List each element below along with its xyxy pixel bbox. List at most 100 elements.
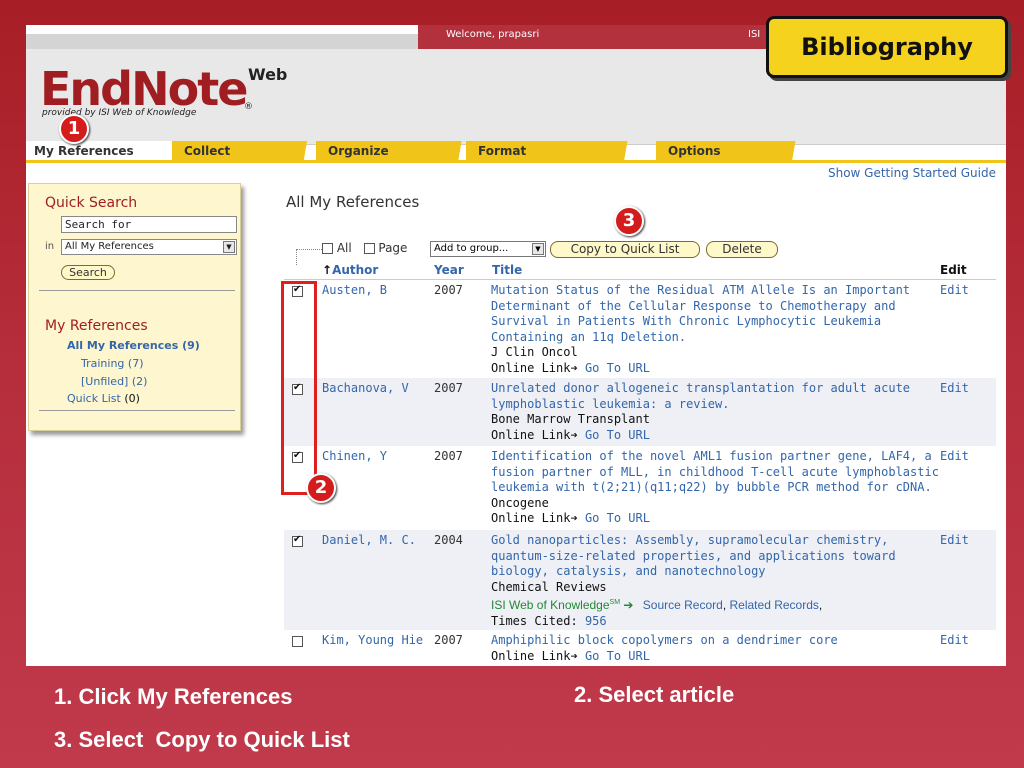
row-author[interactable]: Austen, B [322,283,387,297]
row-author[interactable]: Kim, Young Hie [322,633,423,647]
go-to-url-link[interactable]: Go To URL [585,428,650,442]
row-online-link: Online Link➔ Go To URL [491,649,941,665]
go-to-url-link[interactable]: Go To URL [585,511,650,525]
tab-underline [26,160,1006,163]
step-badge-3: 3 [614,206,644,236]
sidebar-item-all-references[interactable]: All My References (9) [67,339,200,352]
arrow-right-icon: ➔ [570,648,578,663]
col-edit: Edit [940,263,967,277]
row-year: 2007 [434,449,463,463]
tab-collect[interactable]: Collect [172,141,322,161]
arrow-right-icon: ➔ [570,360,578,375]
sidebar-item-unfiled[interactable]: [Unfiled] (2) [81,375,147,388]
isi-link[interactable]: ISI [748,29,760,40]
tab-my-references[interactable]: My References [26,141,176,161]
table-row: Kim, Young Hie 2007 Amphiphilic block co… [284,630,996,666]
add-to-group-select[interactable]: Add to group... ▼ [430,241,546,257]
isi-wok-label: ISI Web of KnowledgeSM ➔ [491,598,633,612]
select-page-checkbox[interactable] [363,243,375,254]
in-label: in [45,241,55,252]
row-year: 2004 [434,533,463,547]
row-title-block: Gold nanoparticles: Assembly, supramolec… [491,533,941,629]
row-title[interactable]: Unrelated donor allogeneic transplantati… [491,381,941,412]
row-year: 2007 [434,381,463,395]
row-edit-link[interactable]: Edit [940,633,969,647]
search-scope-value: All My References [65,241,154,252]
chevron-down-icon[interactable]: ▼ [223,241,235,253]
online-link-label: Online Link [491,360,571,375]
related-records-link[interactable]: Related Records [730,598,819,612]
quick-list-label: Quick List [67,392,121,405]
page-title: All My References [286,193,420,211]
caption-step-3: 3. Select Copy to Quick List [54,727,350,752]
select-all-checkbox[interactable] [322,243,333,254]
getting-started-link[interactable]: Show Getting Started Guide [828,166,996,180]
online-link-label: Online Link [491,427,571,442]
endnote-screenshot: EndNote Web ® provided by ISI Web of Kno… [26,25,1006,666]
main-tabs: My References Collect Organize Format Op… [26,141,1006,161]
quick-search-title: Quick Search [45,195,138,211]
row-edit-link[interactable]: Edit [940,283,969,297]
chevron-down-icon[interactable]: ▼ [532,243,544,255]
row-online-link: Online Link➔ Go To URL [491,428,941,444]
row-edit-link[interactable]: Edit [940,449,969,463]
row-online-link: Online Link➔ Go To URL [491,361,941,377]
row-author[interactable]: Chinen, Y [322,449,387,463]
step-badge-2: 2 [306,473,336,503]
row-edit-link[interactable]: Edit [940,381,969,395]
tab-organize[interactable]: Organize [316,141,478,161]
row-year: 2007 [434,283,463,297]
logo-registered: ® [244,102,253,112]
row-author[interactable]: Bachanova, V [322,381,409,395]
col-author[interactable]: ↑Author [322,263,378,277]
sidebar-item-quick-list[interactable]: Quick List (0) [67,392,140,405]
times-cited-link[interactable]: 956 [585,614,607,628]
tab-format[interactable]: Format [466,141,646,161]
row-title[interactable]: Mutation Status of the Residual ATM Alle… [491,283,941,345]
col-author-label: Author [332,263,379,277]
go-to-url-link[interactable]: Go To URL [585,361,650,375]
times-cited-label: Times Cited: [491,613,578,628]
comma-sep: , [722,598,730,612]
row-checkbox[interactable] [292,534,303,547]
search-button[interactable]: Search [61,265,115,280]
col-year[interactable]: Year [434,263,464,277]
col-title[interactable]: Title [492,263,522,277]
row-title[interactable]: Identification of the novel AML1 fusion … [491,449,941,496]
row-title-block: Mutation Status of the Residual ATM Alle… [491,283,941,376]
row-isi-links: ISI Web of KnowledgeSM ➔ Source Record, … [491,595,941,614]
row-checkbox[interactable] [292,636,303,647]
tab-options[interactable]: Options [656,141,811,161]
online-link-label: Online Link [491,648,571,663]
row-online-link: Online Link➔ Go To URL [491,511,941,527]
go-to-url-link[interactable]: Go To URL [585,649,650,663]
sidebar-divider [39,290,235,291]
row-edit-link[interactable]: Edit [940,533,969,547]
caption-step-1: 1. Click My References [54,684,293,709]
step-badge-1: 1 [59,114,89,144]
row-title-block: Identification of the novel AML1 fusion … [491,449,941,527]
table-row: Chinen, Y 2007 Identification of the nov… [284,446,996,530]
select-all-label: All [336,241,352,255]
row-journal: Oncogene [491,495,549,510]
dotted-guide-h [296,249,322,250]
row-author[interactable]: Daniel, M. C. [322,533,416,547]
select-page-label: Page [378,241,408,255]
copy-to-quick-list-button[interactable]: Copy to Quick List [550,241,700,258]
row-title[interactable]: Amphiphilic block copolymers on a dendri… [491,633,941,649]
sidebar: Quick Search Search for in All My Refere… [28,183,241,431]
delete-button[interactable]: Delete [706,241,778,258]
source-record-link[interactable]: Source Record [643,598,723,612]
row-title[interactable]: Gold nanoparticles: Assembly, supramolec… [491,533,941,580]
quick-list-count: (0) [124,392,140,405]
search-input[interactable]: Search for [61,216,237,233]
sidebar-item-training[interactable]: Training (7) [81,357,143,370]
arrow-right-icon: ➔ [570,511,578,525]
table-row: Bachanova, V 2007 Unrelated donor alloge… [284,378,996,446]
checkbox-highlight [281,281,317,495]
search-scope-select[interactable]: All My References ▼ [61,239,237,255]
my-references-title: My References [45,318,148,334]
dotted-guide [296,249,297,265]
logo-web: Web [248,65,288,84]
caption-step-2: 2. Select article [574,682,735,707]
